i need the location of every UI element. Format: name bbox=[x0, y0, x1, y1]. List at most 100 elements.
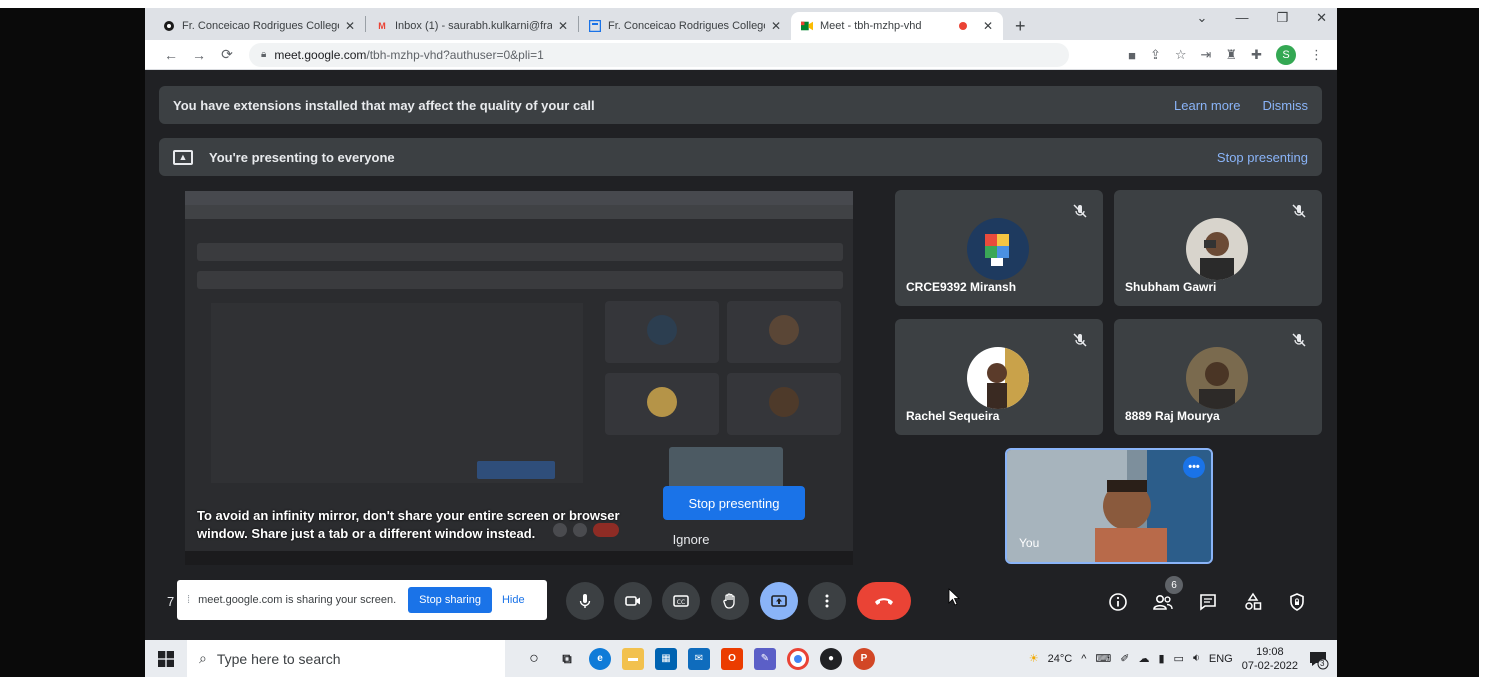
drag-handle-icon[interactable]: ⁞ bbox=[187, 594, 190, 606]
new-tab-button[interactable]: + bbox=[1003, 12, 1038, 40]
self-view-tile[interactable]: ••• You bbox=[1005, 448, 1213, 564]
taskbar-search-input[interactable]: ⌕ Type here to search bbox=[187, 640, 505, 677]
microphone-tray-icon[interactable]: ▮ bbox=[1158, 652, 1164, 665]
more-options-button[interactable]: ••• bbox=[1183, 456, 1205, 478]
minimize-icon[interactable]: — bbox=[1235, 10, 1248, 26]
close-icon[interactable]: ✕ bbox=[345, 19, 355, 33]
raise-hand-button[interactable] bbox=[711, 582, 749, 620]
black-letterbox-right bbox=[1337, 8, 1479, 677]
extension-arrow-icon[interactable]: ⇥ bbox=[1201, 47, 1212, 63]
camera-button[interactable] bbox=[614, 582, 652, 620]
tab-title: Meet - tbh-mzhp-vhd bbox=[820, 20, 922, 32]
browser-tab-meet[interactable]: Meet - tbh-mzhp-vhd ✕ bbox=[791, 12, 1003, 40]
edge-icon[interactable]: e bbox=[589, 647, 611, 670]
puzzle-icon[interactable]: ✚ bbox=[1251, 47, 1262, 63]
leave-call-button[interactable] bbox=[857, 582, 911, 620]
extension-icon[interactable]: ♜ bbox=[1225, 47, 1237, 63]
cortana-icon[interactable]: ○ bbox=[523, 648, 545, 670]
notification-icon bbox=[1310, 651, 1329, 669]
back-icon[interactable]: ← bbox=[157, 47, 185, 63]
close-icon[interactable]: ✕ bbox=[771, 19, 781, 33]
learn-more-link[interactable]: Learn more bbox=[1174, 98, 1240, 113]
screen: Fr. Conceicao Rodrigues College ✕ M Inbo… bbox=[145, 8, 1337, 677]
mirrored-banner bbox=[197, 243, 843, 261]
participant-name: Shubham Gawri bbox=[1125, 280, 1217, 294]
stop-presenting-button[interactable]: Stop presenting bbox=[663, 486, 805, 520]
people-button[interactable] bbox=[1151, 590, 1175, 614]
browser-tab-college-2[interactable]: Fr. Conceicao Rodrigues College ✕ bbox=[579, 12, 791, 40]
windows-taskbar: ⌕ Type here to search ○ ⧉ e ▬ ▦ ✉ O ✎ ● … bbox=[145, 640, 1337, 677]
mirrored-tile bbox=[605, 301, 719, 363]
whiteboard-icon[interactable]: ✎ bbox=[754, 647, 776, 670]
present-button[interactable] bbox=[760, 582, 798, 620]
url-input[interactable]: 🔒︎ meet.google.com/tbh-mzhp-vhd?authuser… bbox=[249, 42, 1069, 67]
windows-logo-icon bbox=[158, 650, 174, 667]
college-favicon-icon bbox=[163, 20, 175, 32]
browser-tab-college-1[interactable]: Fr. Conceicao Rodrigues College ✕ bbox=[153, 12, 365, 40]
tab-title: Inbox (1) - saurabh.kulkarni@fra bbox=[395, 20, 552, 32]
participant-tile[interactable]: CRCE9392 Miransh bbox=[895, 190, 1103, 306]
activities-icon bbox=[1245, 592, 1262, 610]
powerpoint-icon[interactable]: P bbox=[853, 647, 875, 670]
mail-icon[interactable]: ✉ bbox=[688, 647, 710, 670]
forward-icon[interactable]: → bbox=[185, 47, 213, 63]
presenting-message: You're presenting to everyone bbox=[209, 149, 395, 165]
battery-icon[interactable]: ▭ bbox=[1174, 652, 1184, 665]
browser-tab-gmail[interactable]: M Inbox (1) - saurabh.kulkarni@fra ✕ bbox=[366, 12, 578, 40]
host-controls-button[interactable] bbox=[1285, 590, 1309, 614]
weather-icon[interactable]: ☀ bbox=[1029, 652, 1039, 665]
present-icon bbox=[771, 595, 787, 607]
windows-start-button[interactable] bbox=[145, 640, 187, 677]
more-options-button[interactable] bbox=[808, 582, 846, 620]
participant-tile[interactable]: 8889 Raj Mourya bbox=[1114, 319, 1322, 435]
clock-date: 07-02-2022 bbox=[1241, 659, 1298, 672]
dismiss-button[interactable]: Dismiss bbox=[1263, 98, 1309, 113]
close-icon[interactable]: ✕ bbox=[558, 19, 568, 33]
close-icon[interactable]: ✕ bbox=[983, 19, 993, 33]
stop-presenting-link[interactable]: Stop presenting bbox=[1217, 150, 1308, 165]
obs-icon[interactable]: ● bbox=[820, 647, 842, 670]
chat-button[interactable] bbox=[1196, 590, 1220, 614]
ignore-button[interactable]: Ignore bbox=[665, 532, 717, 550]
captions-button[interactable]: CC bbox=[662, 582, 700, 620]
participant-tile[interactable]: Rachel Sequeira bbox=[895, 319, 1103, 435]
browser-tab-strip: Fr. Conceicao Rodrigues College ✕ M Inbo… bbox=[145, 8, 1337, 40]
extensions-banner: You have extensions installed that may a… bbox=[159, 86, 1322, 124]
notification-count: 3 bbox=[1320, 658, 1325, 668]
profile-avatar[interactable]: S bbox=[1276, 45, 1296, 65]
store-icon[interactable]: ▦ bbox=[655, 647, 677, 670]
meeting-details-button[interactable] bbox=[1106, 590, 1130, 614]
mirrored-address-bar bbox=[185, 205, 853, 219]
tab-search-icon[interactable]: ⌄ bbox=[1197, 10, 1208, 26]
mirrored-tile bbox=[605, 373, 719, 435]
participant-tile[interactable]: Shubham Gawri bbox=[1114, 190, 1322, 306]
activities-button[interactable] bbox=[1241, 590, 1265, 614]
shield-lock-icon bbox=[1290, 593, 1304, 611]
chevron-up-icon[interactable]: ^ bbox=[1081, 653, 1086, 665]
camera-in-use-icon[interactable]: ■ bbox=[1128, 48, 1136, 63]
pen-icon[interactable]: ✐ bbox=[1120, 652, 1129, 665]
task-view-icon[interactable]: ⧉ bbox=[556, 648, 578, 670]
share-icon[interactable]: ⇪ bbox=[1150, 47, 1161, 63]
menu-kebab-icon[interactable]: ⋮ bbox=[1310, 47, 1323, 63]
stop-sharing-button[interactable]: Stop sharing bbox=[408, 587, 492, 613]
temperature[interactable]: 24°C bbox=[1048, 653, 1073, 665]
mic-icon bbox=[579, 594, 591, 608]
office-icon[interactable]: O bbox=[721, 647, 743, 670]
bookmark-star-icon[interactable]: ☆ bbox=[1175, 47, 1187, 63]
language-indicator[interactable]: ENG bbox=[1209, 653, 1233, 665]
clock[interactable]: 19:08 07-02-2022 bbox=[1242, 645, 1298, 673]
chrome-icon[interactable] bbox=[787, 647, 809, 670]
volume-icon[interactable]: 🔉︎ bbox=[1193, 652, 1200, 665]
mirrored-presentation bbox=[211, 303, 583, 483]
notification-center-button[interactable]: 3 bbox=[1307, 648, 1329, 670]
file-explorer-icon[interactable]: ▬ bbox=[622, 647, 644, 670]
captions-icon: CC bbox=[673, 595, 689, 607]
reload-icon[interactable]: ⟳ bbox=[213, 46, 241, 63]
mic-button[interactable] bbox=[566, 582, 604, 620]
close-window-icon[interactable]: ✕ bbox=[1316, 10, 1327, 26]
hide-button[interactable]: Hide bbox=[502, 594, 525, 606]
cloud-icon[interactable]: ☁ bbox=[1138, 652, 1149, 665]
onscreen-keyboard-icon[interactable]: ⌨ bbox=[1095, 652, 1111, 665]
restore-icon[interactable]: ❐ bbox=[1276, 10, 1288, 26]
